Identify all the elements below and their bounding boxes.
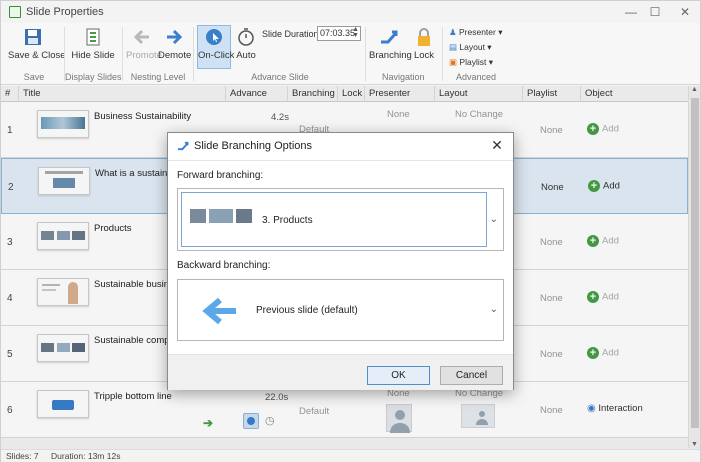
layout-icon: ▤ [449,42,458,52]
chevron-down-icon[interactable]: ⌄ [490,304,498,315]
ok-button[interactable]: OK [367,366,430,385]
on-click-label: On-Click [198,50,235,61]
minimize-button[interactable]: — [623,4,639,20]
presenter-label: Presenter [459,27,496,37]
slides-count: Slides: 7 [6,451,39,461]
forward-branching-label: Forward branching: [177,170,264,181]
branching-icon [381,30,398,44]
promote-label: Promote [126,50,162,61]
close-button[interactable]: ✕ [677,4,693,20]
forward-selection: 3. Products [181,192,487,247]
demote-button[interactable]: Demote [158,26,192,61]
dialog-footer: OK Cancel [168,354,513,390]
slide-thumbnail [190,209,206,223]
save-close-button[interactable]: Save & Close [8,26,66,61]
playlist-icon: ▣ [449,57,458,67]
title-bar: Slide Properties — ☐ ✕ [1,1,700,23]
backward-branching-dropdown[interactable]: Previous slide (default) ⌄ [177,279,504,341]
stopwatch-icon [238,28,254,46]
status-bar: Slides: 7 Duration: 13m 12s [1,449,700,462]
backward-branching-label: Backward branching: [177,260,271,271]
promote-button[interactable]: Promote [126,26,162,61]
branching-label: Branching [369,50,412,61]
slide-thumbnail [209,209,233,223]
layout-label: Layout [459,42,485,52]
auto-label: Auto [236,50,256,61]
playlist-label: Playlist [459,57,487,67]
chevron-down-icon[interactable]: ⌄ [490,214,498,225]
hide-slide-button[interactable]: Hide Slide [71,26,115,61]
backward-value: Previous slide (default) [256,305,358,316]
group-nesting: Nesting Level [130,72,186,82]
lock-icon [418,28,430,46]
branching-icon [177,141,189,151]
total-duration: Duration: 13m 12s [51,451,121,461]
slide-thumbnail [236,209,252,223]
forward-branching-dropdown[interactable]: 3. Products ⌄ [177,188,504,251]
lock-label: Lock [413,50,435,61]
hide-slide-icon [86,28,100,46]
slide-branching-dialog: Slide Branching Options ✕ Forward branch… [167,132,514,390]
cancel-button[interactable]: Cancel [440,366,503,385]
divider [193,27,194,81]
divider [168,160,513,161]
divider [365,27,366,81]
arrow-left-icon [202,297,236,325]
slide-duration-value: 07:03.35 [320,28,356,38]
divider [122,27,123,81]
app-icon [9,6,21,18]
layout-dropdown[interactable]: ▤ Layout ▾ [449,42,492,53]
presenter-dropdown[interactable]: ♟ Presenter ▾ [449,27,503,38]
maximize-button[interactable]: ☐ [647,4,663,20]
arrow-right-icon [167,29,183,45]
spinner-icon[interactable]: ▲ ▼ [352,26,359,39]
slide-duration-label: Slide Duration: [262,29,322,39]
hide-slide-label: Hide Slide [71,50,115,61]
branching-button[interactable]: Branching [369,26,412,61]
slide-properties-window: Slide Properties — ☐ ✕ Save & Close Save… [0,0,701,462]
group-advanced: Advanced [456,72,497,82]
group-display: Display Slides [65,72,122,82]
on-click-button[interactable]: On-Click [197,25,235,69]
presenter-icon: ♟ [449,27,457,37]
dialog-title: Slide Branching Options [194,140,313,152]
window-title: Slide Properties [26,6,104,18]
demote-label: Demote [158,50,192,61]
save-close-label: Save & Close [8,50,66,61]
arrow-left-icon [133,29,149,45]
group-advance: Advance Slide [251,72,309,82]
ribbon: Save & Close Save Hide Slide Display Sli… [1,23,700,85]
save-icon [25,29,41,45]
lock-button[interactable]: Lock [412,26,436,61]
group-navigation: Navigation [382,72,425,82]
divider [442,27,443,81]
forward-value: 3. Products [262,215,313,226]
group-save: Save [23,72,45,82]
dialog-close-button[interactable]: ✕ [489,137,505,154]
mouse-click-icon [206,29,222,45]
playlist-dropdown[interactable]: ▣ Playlist ▾ [449,57,493,68]
auto-button[interactable]: Auto [233,26,259,61]
slide-duration-input[interactable]: 07:03.35 ▲ ▼ [317,26,361,41]
